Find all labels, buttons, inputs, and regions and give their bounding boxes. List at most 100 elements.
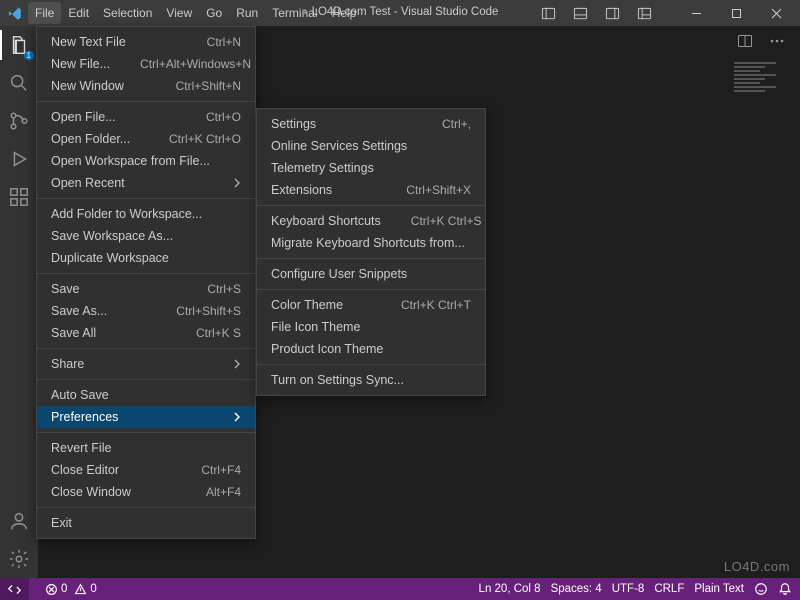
file-menu-item[interactable]: Revert File [37,437,255,459]
file-menu-item[interactable]: Save AllCtrl+K S [37,322,255,344]
remote-indicator[interactable] [0,578,29,600]
statusbar: 0 0 Ln 20, Col 8 Spaces: 4 UTF-8 CRLF Pl… [0,578,800,600]
menu-item-shortcut: Ctrl+S [207,282,241,296]
titlebar-left: FileEditSelectionViewGoRunTerminalHelp [6,2,363,24]
menu-item-label: Revert File [51,441,111,455]
file-menu-item[interactable]: New WindowCtrl+Shift+N [37,75,255,97]
layout-panel-icon[interactable] [566,0,594,26]
menu-item-label: Duplicate Workspace [51,251,169,265]
menu-view[interactable]: View [159,2,199,24]
explorer-icon[interactable]: 1 [6,32,32,58]
menu-item-label: Product Icon Theme [271,342,383,356]
maximize-button[interactable] [718,0,754,26]
menu-separator [37,379,255,380]
minimap[interactable] [734,62,786,114]
titlebar-right [534,0,794,26]
explorer-badge: 1 [24,51,34,60]
file-menu-item[interactable]: Auto Save [37,384,255,406]
file-menu-item[interactable]: Save Workspace As... [37,225,255,247]
manage-gear-icon[interactable] [6,546,32,572]
file-menu-item[interactable]: SaveCtrl+S [37,278,255,300]
status-spaces[interactable]: Spaces: 4 [551,583,602,595]
prefs-menu-item[interactable]: Product Icon Theme [257,338,485,360]
menu-item-shortcut: Ctrl+N [207,35,241,49]
prefs-menu-item[interactable]: File Icon Theme [257,316,485,338]
menu-separator [37,432,255,433]
menu-separator [37,273,255,274]
menu-separator [37,101,255,102]
feedback-icon[interactable] [754,582,768,596]
prefs-menu-item[interactable]: Configure User Snippets [257,263,485,285]
warning-count: 0 [90,583,96,595]
status-encoding[interactable]: UTF-8 [612,583,645,595]
menu-item-label: Turn on Settings Sync... [271,373,404,387]
menu-separator [37,507,255,508]
menu-item-label: Open Workspace from File... [51,154,210,168]
close-button[interactable] [758,0,794,26]
file-menu-item[interactable]: Preferences [37,406,255,428]
file-menu-item[interactable]: Close EditorCtrl+F4 [37,459,255,481]
menu-selection[interactable]: Selection [96,2,159,24]
prefs-menu-item[interactable]: Turn on Settings Sync... [257,369,485,391]
split-editor-icon[interactable] [734,30,756,52]
prefs-menu-item[interactable]: ExtensionsCtrl+Shift+X [257,179,485,201]
menu-go[interactable]: Go [199,2,229,24]
layout-sidebar-right-icon[interactable] [598,0,626,26]
prefs-menu-item[interactable]: Migrate Keyboard Shortcuts from... [257,232,485,254]
file-menu-item[interactable]: Save As...Ctrl+Shift+S [37,300,255,322]
more-actions-icon[interactable] [766,30,788,52]
file-menu-item[interactable]: New File... Ctrl+Alt+Windows+N [37,53,255,75]
status-eol[interactable]: CRLF [654,583,684,595]
layout-sidebar-left-icon[interactable] [534,0,562,26]
file-menu-item[interactable]: Share [37,353,255,375]
menu-file[interactable]: File [28,2,61,24]
minimize-button[interactable] [678,0,714,26]
file-menu-item[interactable]: Open Recent [37,172,255,194]
menu-run[interactable]: Run [229,2,265,24]
problems-indicator[interactable]: 0 0 [45,583,97,596]
vscode-logo-icon [6,5,22,21]
notifications-bell-icon[interactable] [778,582,792,596]
menu-item-shortcut: Alt+F4 [206,485,241,499]
prefs-menu-item[interactable]: SettingsCtrl+, [257,113,485,135]
file-menu-item[interactable]: Add Folder to Workspace... [37,203,255,225]
search-icon[interactable] [6,70,32,96]
menu-help[interactable]: Help [325,2,364,24]
prefs-menu-item[interactable]: Telemetry Settings [257,157,485,179]
file-menu-item[interactable]: Close WindowAlt+F4 [37,481,255,503]
status-language[interactable]: Plain Text [694,583,744,595]
status-line-col[interactable]: Ln 20, Col 8 [479,583,541,595]
activity-bar-bottom [0,508,38,572]
prefs-menu-item[interactable]: Online Services Settings [257,135,485,157]
menu-separator [257,364,485,365]
menu-item-label: Settings [271,117,316,131]
preferences-submenu: SettingsCtrl+, Online Services Settings Te… [256,108,486,396]
customize-layout-icon[interactable] [630,0,658,26]
menu-item-label: Keyboard Shortcuts [271,214,381,228]
source-control-icon[interactable] [6,108,32,134]
file-menu-item[interactable]: Open Folder...Ctrl+K Ctrl+O [37,128,255,150]
file-menu-item[interactable]: Exit [37,512,255,534]
menu-item-shortcut: Ctrl+O [206,110,241,124]
menu-item-label: Configure User Snippets [271,267,407,281]
file-menu-item[interactable]: Open File...Ctrl+O [37,106,255,128]
file-menu-item[interactable]: New Text File Ctrl+N [37,31,255,53]
editor-tab-actions [734,26,800,56]
prefs-menu-item[interactable]: Keyboard ShortcutsCtrl+K Ctrl+S [257,210,485,232]
extensions-icon[interactable] [6,184,32,210]
menu-terminal[interactable]: Terminal [265,2,324,24]
menu-item-label: New Text File [51,35,126,49]
menu-item-label: Share [51,357,84,371]
menu-separator [37,198,255,199]
run-debug-icon[interactable] [6,146,32,172]
prefs-menu-item[interactable]: Color Theme Ctrl+K Ctrl+T [257,294,485,316]
menu-item-label: New File... [51,57,110,71]
menu-item-label: Online Services Settings [271,139,407,153]
file-menu-item[interactable]: Duplicate Workspace [37,247,255,269]
menu-item-shortcut: Ctrl+K Ctrl+T [401,298,471,312]
menu-item-shortcut: Ctrl+Alt+Windows+N [140,57,251,71]
file-menu-item[interactable]: Open Workspace from File... [37,150,255,172]
accounts-icon[interactable] [6,508,32,534]
menu-edit[interactable]: Edit [61,2,96,24]
menu-item-label: Color Theme [271,298,343,312]
